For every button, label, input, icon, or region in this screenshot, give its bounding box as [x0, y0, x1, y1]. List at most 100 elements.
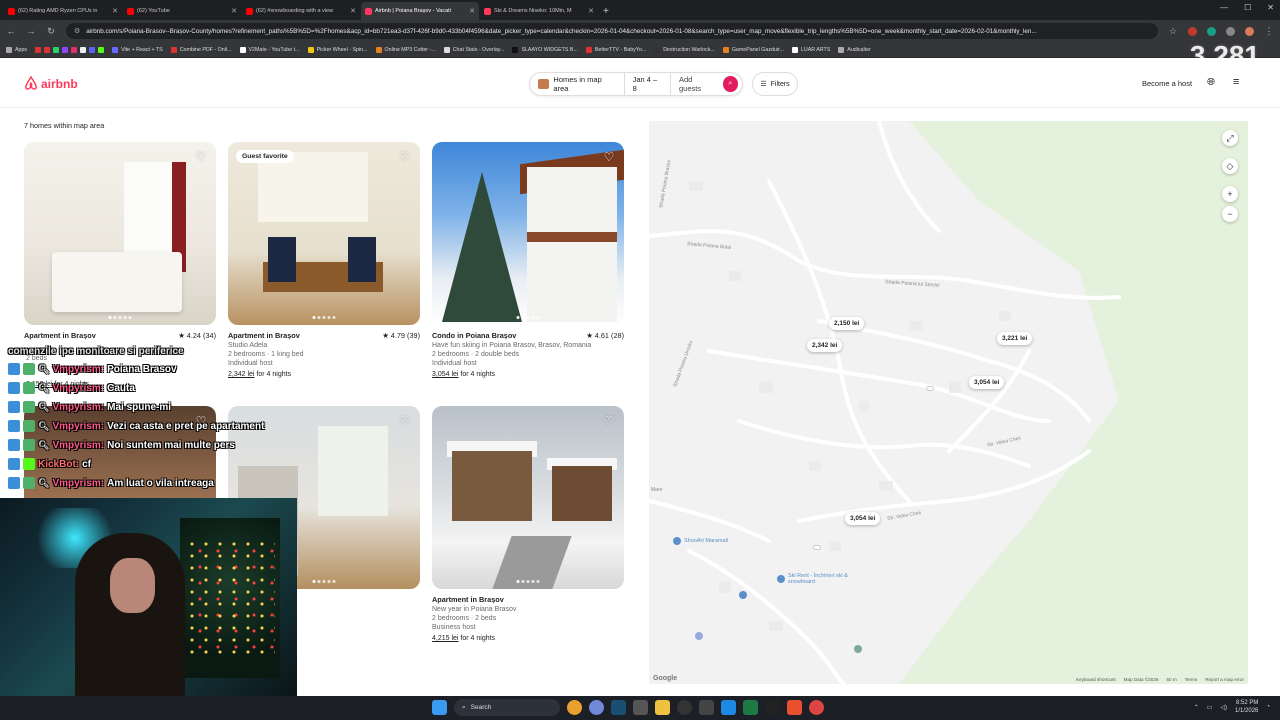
- expand-map-icon[interactable]: ⤢: [1222, 130, 1238, 146]
- search-guests[interactable]: Add guests: [670, 73, 723, 95]
- parking-icon[interactable]: [739, 591, 747, 599]
- browser-tab-1[interactable]: (62) Rating AMD Ryzen CPUs in ✕: [4, 2, 122, 20]
- bookmark-item[interactable]: V2Mate - YouTube t...: [239, 46, 300, 53]
- network-icon[interactable]: ▭: [1207, 704, 1213, 711]
- bookmark-item[interactable]: Combine PDF - Onli...: [170, 46, 232, 53]
- extension-icon[interactable]: [1188, 26, 1197, 36]
- excel-icon[interactable]: [743, 700, 758, 715]
- windows-start-icon[interactable]: [432, 700, 447, 715]
- clock[interactable]: 8:52 PM 1/1/2026: [1235, 699, 1258, 715]
- heart-icon[interactable]: ♡: [398, 414, 412, 428]
- hamburger-menu-icon[interactable]: ≡: [1233, 76, 1239, 88]
- forward-icon[interactable]: →: [26, 26, 36, 36]
- airbnb-logo[interactable]: airbnb: [24, 76, 78, 91]
- browser-tab-3[interactable]: (62) #snowboarding with a view ✕: [242, 2, 360, 20]
- close-tab-icon[interactable]: ✕: [469, 7, 475, 15]
- app-icon[interactable]: [633, 700, 648, 715]
- app-icon[interactable]: [765, 700, 780, 715]
- discord-icon[interactable]: [589, 700, 604, 715]
- app-icon[interactable]: [699, 700, 714, 715]
- search-dates[interactable]: Jan 4 – 8: [623, 73, 670, 95]
- price-pin[interactable]: 3,221 lei: [997, 332, 1033, 345]
- bookmark-item[interactable]: Chat Stats - Overlay...: [443, 46, 504, 53]
- obs-icon[interactable]: [677, 700, 692, 715]
- vscode-icon[interactable]: [721, 700, 736, 715]
- browser-tab-4[interactable]: Airbnb | Poiana Brașov - Vacati ✕: [361, 2, 479, 20]
- heart-icon[interactable]: ♡: [398, 150, 412, 164]
- listing-card-6[interactable]: ♡ Apartment in Brașov New year in Poiana…: [432, 406, 624, 642]
- report-map-error-link[interactable]: Report a map error: [1205, 677, 1244, 682]
- close-tab-icon[interactable]: ✕: [350, 7, 356, 15]
- browser-tab-5[interactable]: Ski & Dreams Niseko: 10Min, M ✕: [480, 2, 598, 20]
- extension-icon[interactable]: [1226, 26, 1235, 36]
- price-pin[interactable]: 2,342 lei: [807, 339, 843, 352]
- maximize-icon[interactable]: ☐: [1244, 3, 1251, 12]
- minimize-icon[interactable]: —: [1220, 3, 1228, 12]
- listing-photo[interactable]: ♡: [432, 406, 624, 589]
- bookmark-item[interactable]: Picker Wheel - Spin...: [307, 46, 368, 53]
- bookmark-item[interactable]: LUAR ARTS: [791, 46, 830, 53]
- whatsapp-icon[interactable]: [53, 46, 60, 53]
- map-poi-icon[interactable]: [854, 645, 862, 653]
- map-poi[interactable]: ShooArt Maramali: [673, 537, 728, 545]
- listing-card-2[interactable]: Guest favorite ♡ Apartment in Brașov ★ 4.…: [228, 142, 420, 378]
- bookmark-item[interactable]: GamePanel Gazduir...: [722, 46, 784, 53]
- map-layers-icon[interactable]: ◇: [1222, 158, 1238, 174]
- chevron-up-icon[interactable]: ⌃: [1194, 704, 1199, 711]
- globe-icon[interactable]: 🌐︎: [1207, 77, 1215, 88]
- listing-card-1[interactable]: ♡ Apartment in Brașov ★ 4.24 (34): [24, 142, 216, 340]
- bookmark-apps[interactable]: Apps: [6, 46, 27, 53]
- close-tab-icon[interactable]: ✕: [112, 7, 118, 15]
- instagram-icon[interactable]: [71, 46, 78, 53]
- map-poi[interactable]: Ski Rent - Închirieri ski & snowboard: [777, 573, 858, 585]
- map-marker[interactable]: [926, 386, 934, 391]
- back-icon[interactable]: ←: [6, 26, 16, 36]
- profile-icon[interactable]: [1245, 26, 1254, 36]
- browser-tab-2[interactable]: (62) YouTube ✕: [123, 2, 241, 20]
- terms-link[interactable]: Terms: [1185, 677, 1198, 682]
- search-icon[interactable]: ⌕: [722, 76, 738, 92]
- chrome-icon[interactable]: [567, 700, 582, 715]
- star-icon[interactable]: ☆: [1168, 26, 1178, 37]
- kick-icon[interactable]: [98, 46, 105, 53]
- taskbar-search[interactable]: ⌕ Search: [454, 699, 560, 716]
- chrome-icon[interactable]: [809, 700, 824, 715]
- youtube-icon[interactable]: [44, 46, 51, 53]
- brave-icon[interactable]: [787, 700, 802, 715]
- menu-dots-icon[interactable]: ⋮: [1264, 26, 1274, 37]
- bookmark-item[interactable]: BetterTTV - BabyYo...: [585, 46, 646, 53]
- filters-button[interactable]: ☰ Filters: [752, 72, 798, 96]
- bookmark-item[interactable]: Destruction Warlock...: [654, 46, 715, 53]
- close-tab-icon[interactable]: ✕: [231, 7, 237, 15]
- close-window-icon[interactable]: ✕: [1267, 3, 1274, 12]
- file-explorer-icon[interactable]: [655, 700, 670, 715]
- search-where[interactable]: Homes in map area: [530, 73, 624, 95]
- become-host-link[interactable]: Become a host: [1142, 79, 1192, 88]
- heart-icon[interactable]: ♡: [194, 150, 208, 164]
- steam-icon[interactable]: [611, 700, 626, 715]
- heart-icon[interactable]: ♡: [602, 414, 616, 428]
- bookmark-item[interactable]: Vite + React + TS: [112, 46, 163, 53]
- listing-photo[interactable]: ♡: [432, 142, 624, 325]
- site-info-icon[interactable]: ⚙: [74, 27, 80, 35]
- map-marker[interactable]: [813, 545, 821, 550]
- listing-photo[interactable]: ♡: [24, 142, 216, 325]
- keyboard-shortcuts-link[interactable]: Keyboard shortcuts: [1076, 677, 1116, 682]
- bookmark-item[interactable]: Online MP3 Cutter -...: [375, 46, 436, 53]
- x-icon[interactable]: [80, 46, 87, 53]
- price-pin[interactable]: 3,054 lei: [845, 512, 881, 525]
- listing-card-3[interactable]: ♡ Condo in Poiana Brașov ★ 4.61 (28) Have…: [432, 142, 624, 378]
- search-bar[interactable]: Homes in map area Jan 4 – 8 Add guests ⌕: [529, 72, 743, 96]
- bookmark-item[interactable]: Audicalter: [838, 46, 871, 53]
- zoom-out-icon[interactable]: −: [1222, 206, 1238, 222]
- heart-icon[interactable]: ♡: [602, 150, 616, 164]
- youtube-icon[interactable]: [35, 46, 42, 53]
- close-tab-icon[interactable]: ✕: [588, 7, 594, 15]
- notifications-icon[interactable]: ◔: [1266, 704, 1270, 710]
- zoom-in-icon[interactable]: +: [1222, 186, 1238, 202]
- new-tab-icon[interactable]: +: [603, 2, 609, 20]
- reload-icon[interactable]: ↻: [46, 26, 56, 37]
- extension-icon[interactable]: [1207, 26, 1216, 36]
- listing-photo[interactable]: Guest favorite ♡: [228, 142, 420, 325]
- bookmark-item[interactable]: SLAAYO WIDGETS B...: [512, 46, 578, 53]
